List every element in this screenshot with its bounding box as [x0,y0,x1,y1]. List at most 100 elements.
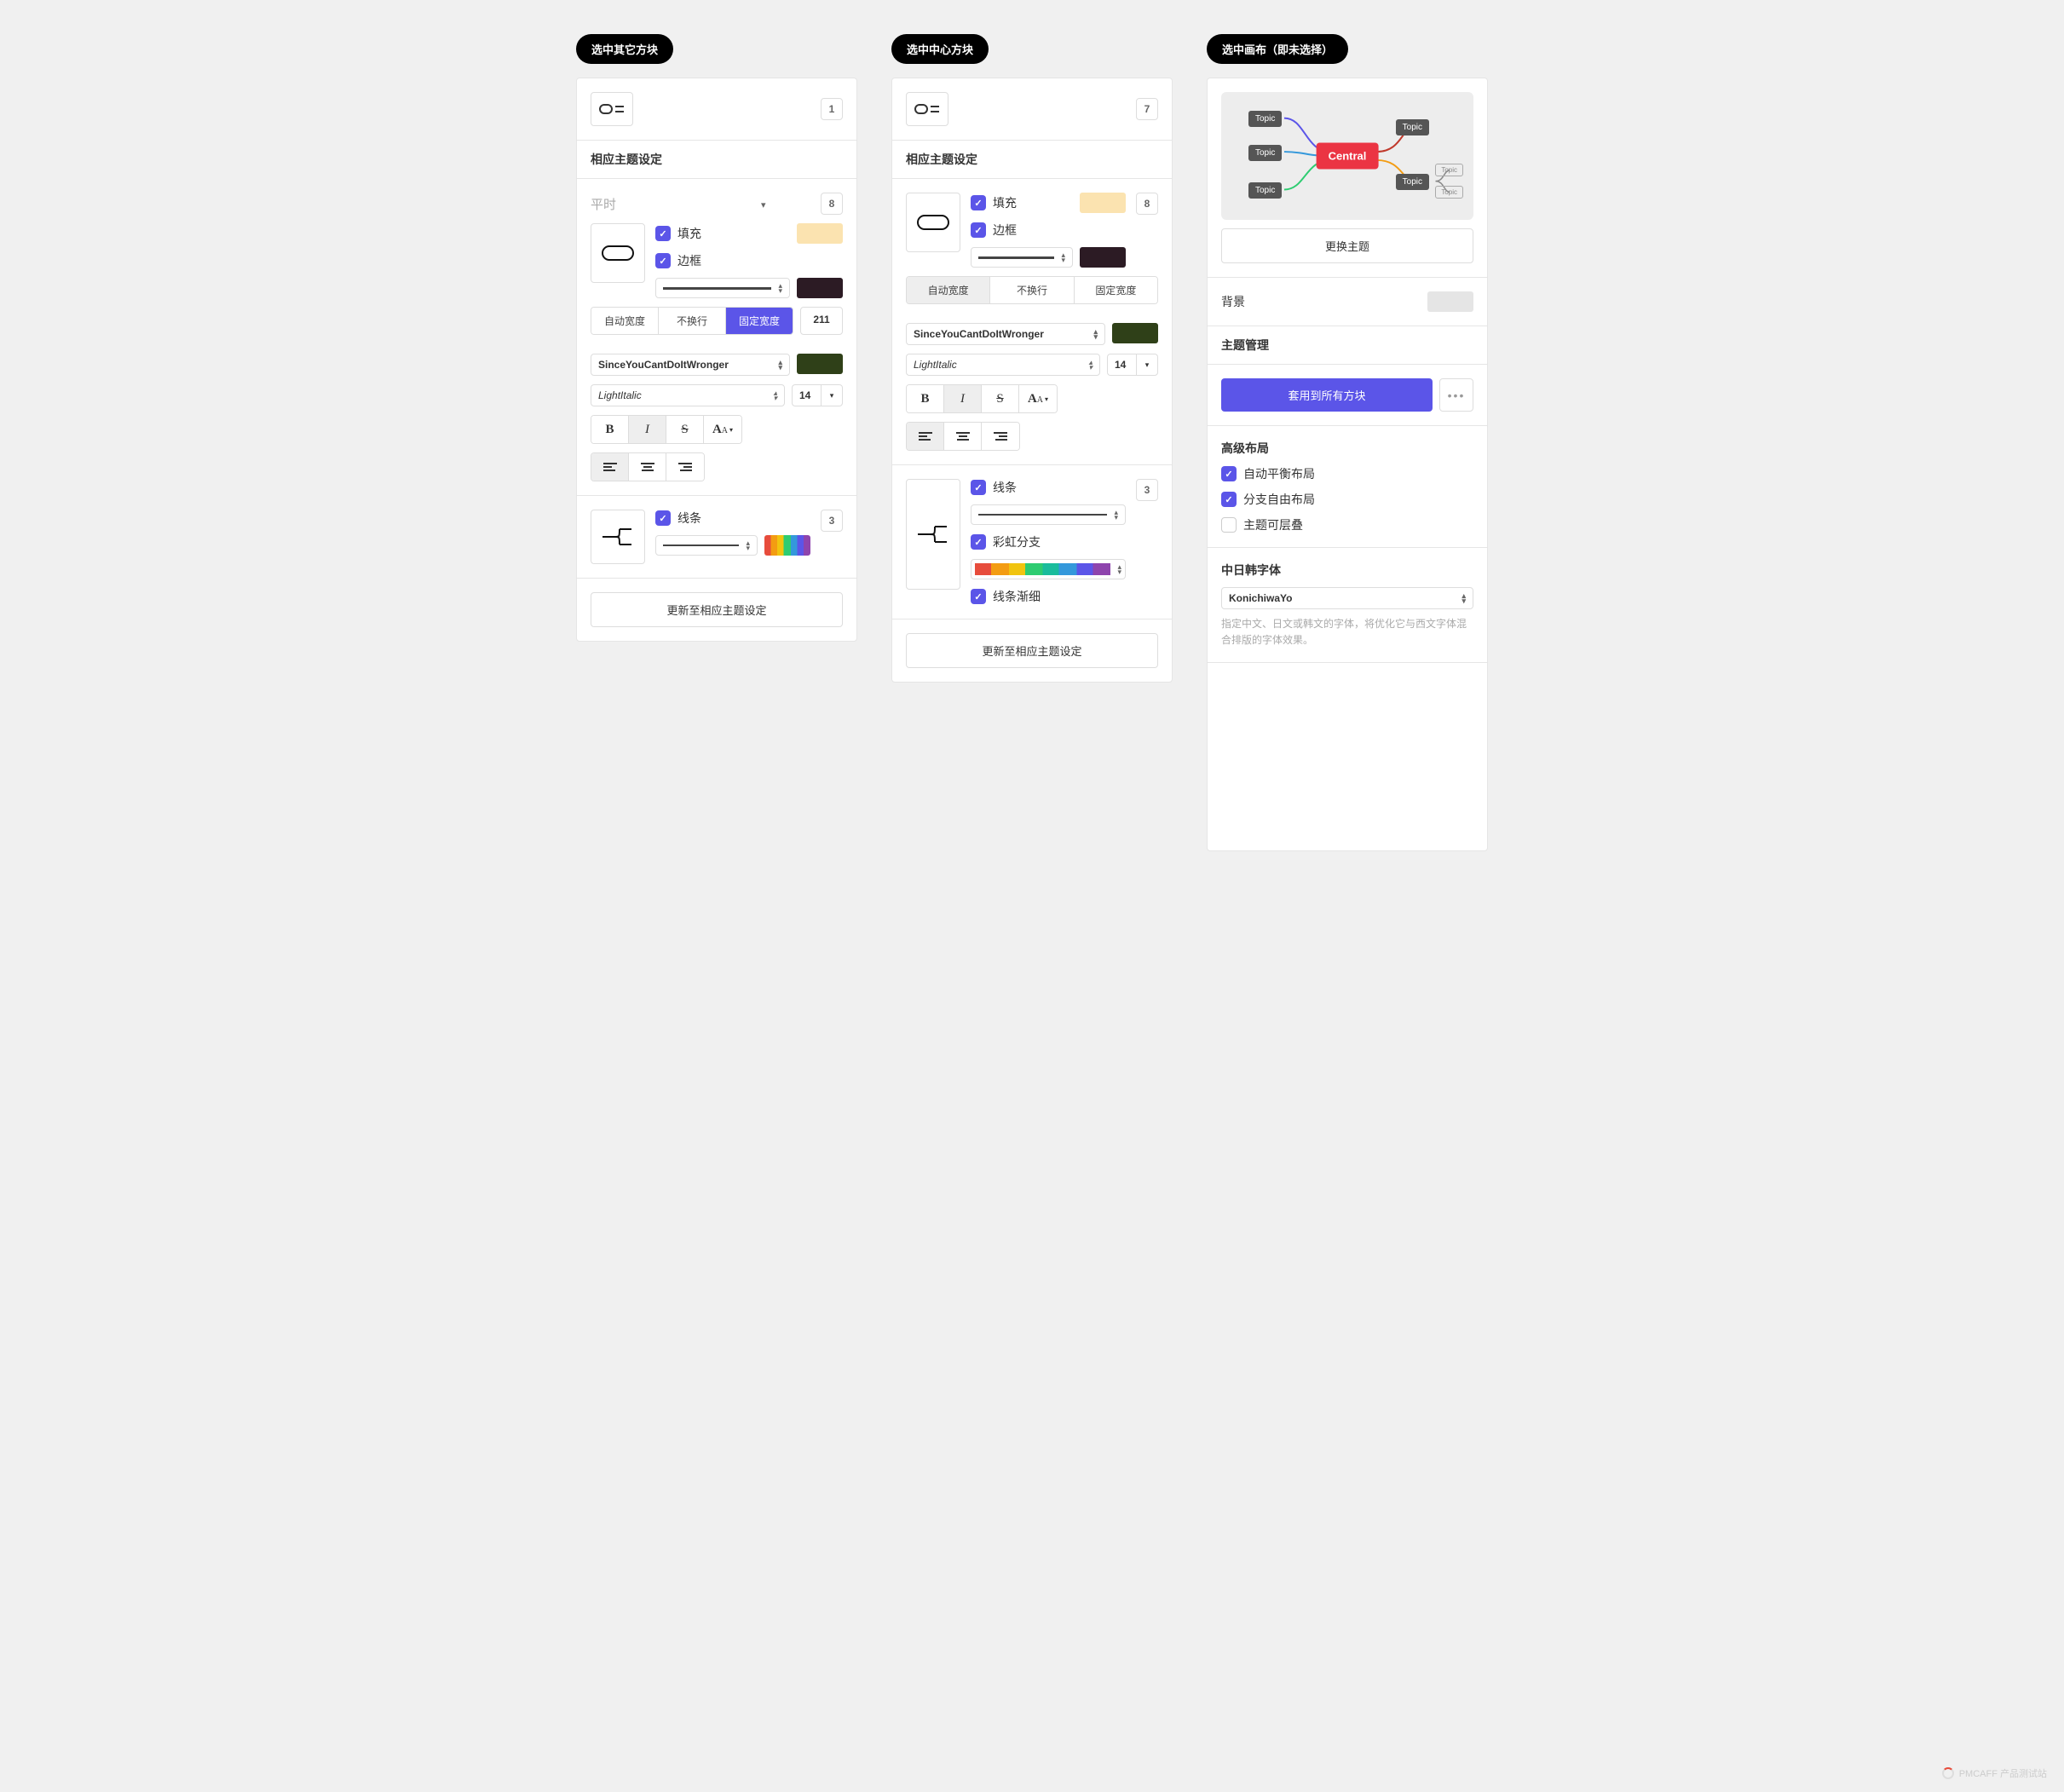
shape-preview[interactable] [591,223,645,283]
border-checkbox[interactable]: ✓ [655,253,671,268]
font-size-value[interactable]: 14 [792,384,821,406]
rainbow-label: 彩虹分支 [993,533,1041,550]
font-family-select[interactable]: SinceYouCantDoItWronger ▴▾ [591,354,790,376]
background-title: 背景 [1221,293,1245,310]
italic-button[interactable]: I [629,416,666,443]
line-label: 线条 [993,479,1017,496]
seg-auto-width[interactable]: 自动宽度 [591,308,659,334]
state-label: 平时 [591,195,616,213]
font-size-stepper[interactable]: ▾ [1136,354,1158,376]
fill-checkbox[interactable]: ✓ [971,195,986,210]
line-weight-select[interactable]: ▴▾ [655,535,758,556]
line-badge: 3 [821,510,843,532]
line-color-rainbow-swatch[interactable] [764,535,810,556]
fill-label: 填充 [677,225,701,242]
watermark: PMCAFF 产品测试站 [1942,1766,2047,1780]
rainbow-checkbox[interactable]: ✓ [971,534,986,550]
seg-nowrap[interactable]: 不换行 [990,277,1074,303]
state-dropdown-icon[interactable] [761,197,766,210]
align-left-button[interactable] [907,423,944,450]
col2-label: 选中中心方块 [891,34,989,64]
auto-balance-label: 自动平衡布局 [1243,465,1315,482]
topic-node: Topic [1248,111,1282,127]
theme-management-title: 主题管理 [1221,337,1473,354]
align-left-button[interactable] [591,453,629,481]
structure-badge: 1 [821,98,843,120]
topic-node: Topic [1248,182,1282,199]
italic-button[interactable]: I [944,385,982,412]
border-color-swatch[interactable] [797,278,843,298]
line-style-preview[interactable] [906,479,960,590]
font-color-swatch[interactable] [1112,323,1158,343]
text-case-button[interactable]: AA ▾ [1019,385,1057,412]
shape-preview[interactable] [906,193,960,252]
update-theme-button[interactable]: 更新至相应主题设定 [906,633,1158,668]
text-case-button[interactable]: AA ▾ [704,416,741,443]
auto-balance-checkbox[interactable]: ✓ [1221,466,1237,481]
align-right-button[interactable] [666,453,704,481]
taper-label: 线条渐细 [993,588,1041,605]
border-color-swatch[interactable] [1080,247,1126,268]
fill-label: 填充 [993,194,1017,211]
panel-other-block: 选中其它方块 1 相应主题设定 平时 8 [576,34,857,851]
update-theme-button[interactable]: 更新至相应主题设定 [591,592,843,627]
topic-node: Topic [1396,174,1429,190]
seg-fixed-width[interactable]: 固定宽度 [726,308,793,334]
structure-badge: 7 [1136,98,1158,120]
line-label: 线条 [677,510,701,527]
line-checkbox[interactable]: ✓ [655,510,671,526]
font-color-swatch[interactable] [797,354,843,374]
align-center-button[interactable] [629,453,666,481]
strikethrough-button[interactable]: S [982,385,1019,412]
theme-stack-checkbox[interactable] [1221,517,1237,533]
line-weight-select[interactable]: ▴▾ [971,504,1126,525]
taper-checkbox[interactable]: ✓ [971,589,986,604]
cjk-font-select[interactable]: KonichiwaYo ▴▾ [1221,587,1473,609]
state-badge: 8 [821,193,843,215]
strikethrough-button[interactable]: S [666,416,704,443]
line-badge: 3 [1136,479,1158,501]
cjk-font-note: 指定中文、日文或韩文的字体，将优化它与西文字体混合排版的字体效果。 [1221,616,1473,648]
font-family-select[interactable]: SinceYouCantDoItWronger ▴▾ [906,323,1105,345]
change-theme-button[interactable]: 更换主题 [1221,228,1473,263]
bold-button[interactable]: B [907,385,944,412]
more-options-button[interactable]: ••• [1439,378,1473,412]
fill-color-swatch[interactable] [1080,193,1126,213]
subtopic-node: Topic [1435,186,1463,199]
font-size-stepper[interactable]: ▾ [821,384,843,406]
apply-all-button[interactable]: 套用到所有方块 [1221,378,1433,412]
line-checkbox[interactable]: ✓ [971,480,986,495]
fill-checkbox[interactable]: ✓ [655,226,671,241]
border-checkbox[interactable]: ✓ [971,222,986,238]
col3-label: 选中画布（即未选择） [1207,34,1348,64]
seg-auto-width[interactable]: 自动宽度 [907,277,990,303]
font-weight-select[interactable]: LightItalic ▴▾ [591,384,785,406]
advanced-layout-title: 高级布局 [1221,440,1473,457]
topic-node: Topic [1248,145,1282,161]
fill-color-swatch[interactable] [797,223,843,244]
font-weight-select[interactable]: LightItalic ▴▾ [906,354,1100,376]
col1-label: 选中其它方块 [576,34,673,64]
rainbow-palette-select[interactable]: ▴▾ [971,559,1126,579]
cjk-font-title: 中日韩字体 [1221,562,1473,579]
seg-nowrap[interactable]: 不换行 [659,308,726,334]
branch-free-label: 分支自由布局 [1243,491,1315,508]
panel-canvas: 选中画布（即未选择） Central Topic Topic [1207,34,1488,851]
background-color-swatch[interactable] [1427,291,1473,312]
seg-fixed-width[interactable]: 固定宽度 [1075,277,1157,303]
align-center-button[interactable] [944,423,982,450]
font-size-value[interactable]: 14 [1107,354,1136,376]
line-style-preview[interactable] [591,510,645,564]
panel-central-block: 选中中心方块 7 相应主题设定 [891,34,1173,851]
border-label: 边框 [677,252,701,269]
bold-button[interactable]: B [591,416,629,443]
align-right-button[interactable] [982,423,1019,450]
shape-badge: 8 [1136,193,1158,215]
border-label: 边框 [993,222,1017,239]
structure-selector[interactable] [906,92,948,126]
branch-free-checkbox[interactable]: ✓ [1221,492,1237,507]
border-weight-select[interactable]: ▴▾ [971,247,1073,268]
width-input[interactable]: 211 [800,307,843,335]
structure-selector[interactable] [591,92,633,126]
border-weight-select[interactable]: ▴▾ [655,278,790,298]
